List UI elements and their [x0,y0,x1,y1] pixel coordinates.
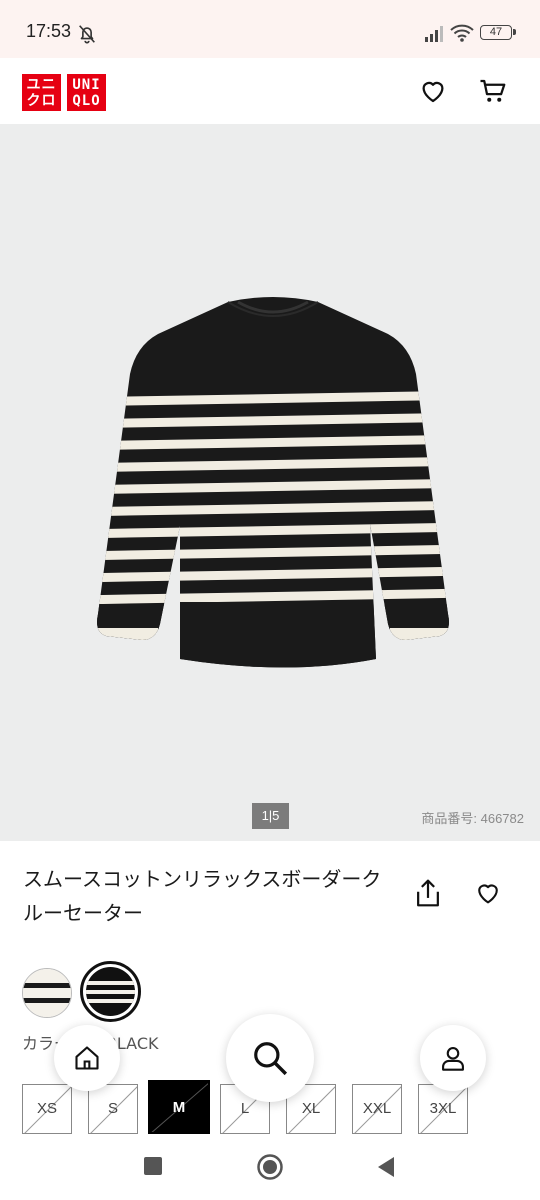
product-title: スムースコットンリラックスボーダークルーセーター [23,867,382,925]
bell-off-icon [79,25,95,44]
home-nav-icon[interactable] [256,1153,284,1181]
size-label: 3XL [429,1100,457,1117]
product-image-gallery[interactable]: 1|5 商品番号: 466782 [0,124,540,841]
heart-icon[interactable] [418,76,448,106]
battery-cap [513,29,516,35]
search-icon [254,1042,288,1076]
product-image [97,297,449,668]
back-icon[interactable] [374,1155,396,1179]
color-swatch-white[interactable] [22,968,72,1018]
wifi-icon [450,24,474,42]
logo-en-line2: QLO [72,93,101,109]
recents-icon[interactable] [142,1155,164,1177]
battery-indicator: 47 [480,25,512,40]
system-nav-bar [0,1138,540,1200]
size-option-xxl[interactable]: XXL [352,1084,402,1134]
share-icon[interactable] [413,877,443,909]
product-number: 商品番号: 466782 [421,811,524,826]
heart-icon[interactable] [473,879,503,907]
logo-en: UNI QLO [67,74,106,111]
size-label: M [172,1099,186,1116]
logo-jp: ユニ クロ [22,74,61,111]
logo-jp-line1: ユニ [26,77,57,93]
user-icon [442,1047,464,1071]
size-option-3xl[interactable]: 3XL [418,1084,468,1134]
logo-jp-line2: クロ [26,93,57,109]
color-swatch-black[interactable] [80,961,141,1022]
status-indicators: 47 [416,22,516,44]
signal-icon [425,26,443,42]
cart-icon[interactable] [478,76,508,106]
image-counter: 1|5 [252,803,289,829]
size-label: S [107,1100,118,1117]
size-label: XXL [362,1100,392,1117]
search-button[interactable] [226,1014,314,1102]
size-label: XS [36,1100,57,1117]
color-swatch-black-inner [86,967,135,1016]
logo-en-line1: UNI [72,77,101,93]
home-button[interactable] [54,1025,120,1091]
size-option-xs[interactable]: XS [22,1084,72,1134]
home-icon [75,1046,99,1070]
size-option-m[interactable]: M [148,1080,210,1134]
uniqlo-logo[interactable]: ユニ クロ UNI QLO [22,74,106,111]
size-option-s[interactable]: S [88,1084,138,1134]
status-bar: 17:53 47 [0,0,540,58]
app-header: ユニ クロ UNI QLO [0,58,540,124]
status-time: 17:53 [26,21,72,41]
account-button[interactable] [420,1025,486,1091]
